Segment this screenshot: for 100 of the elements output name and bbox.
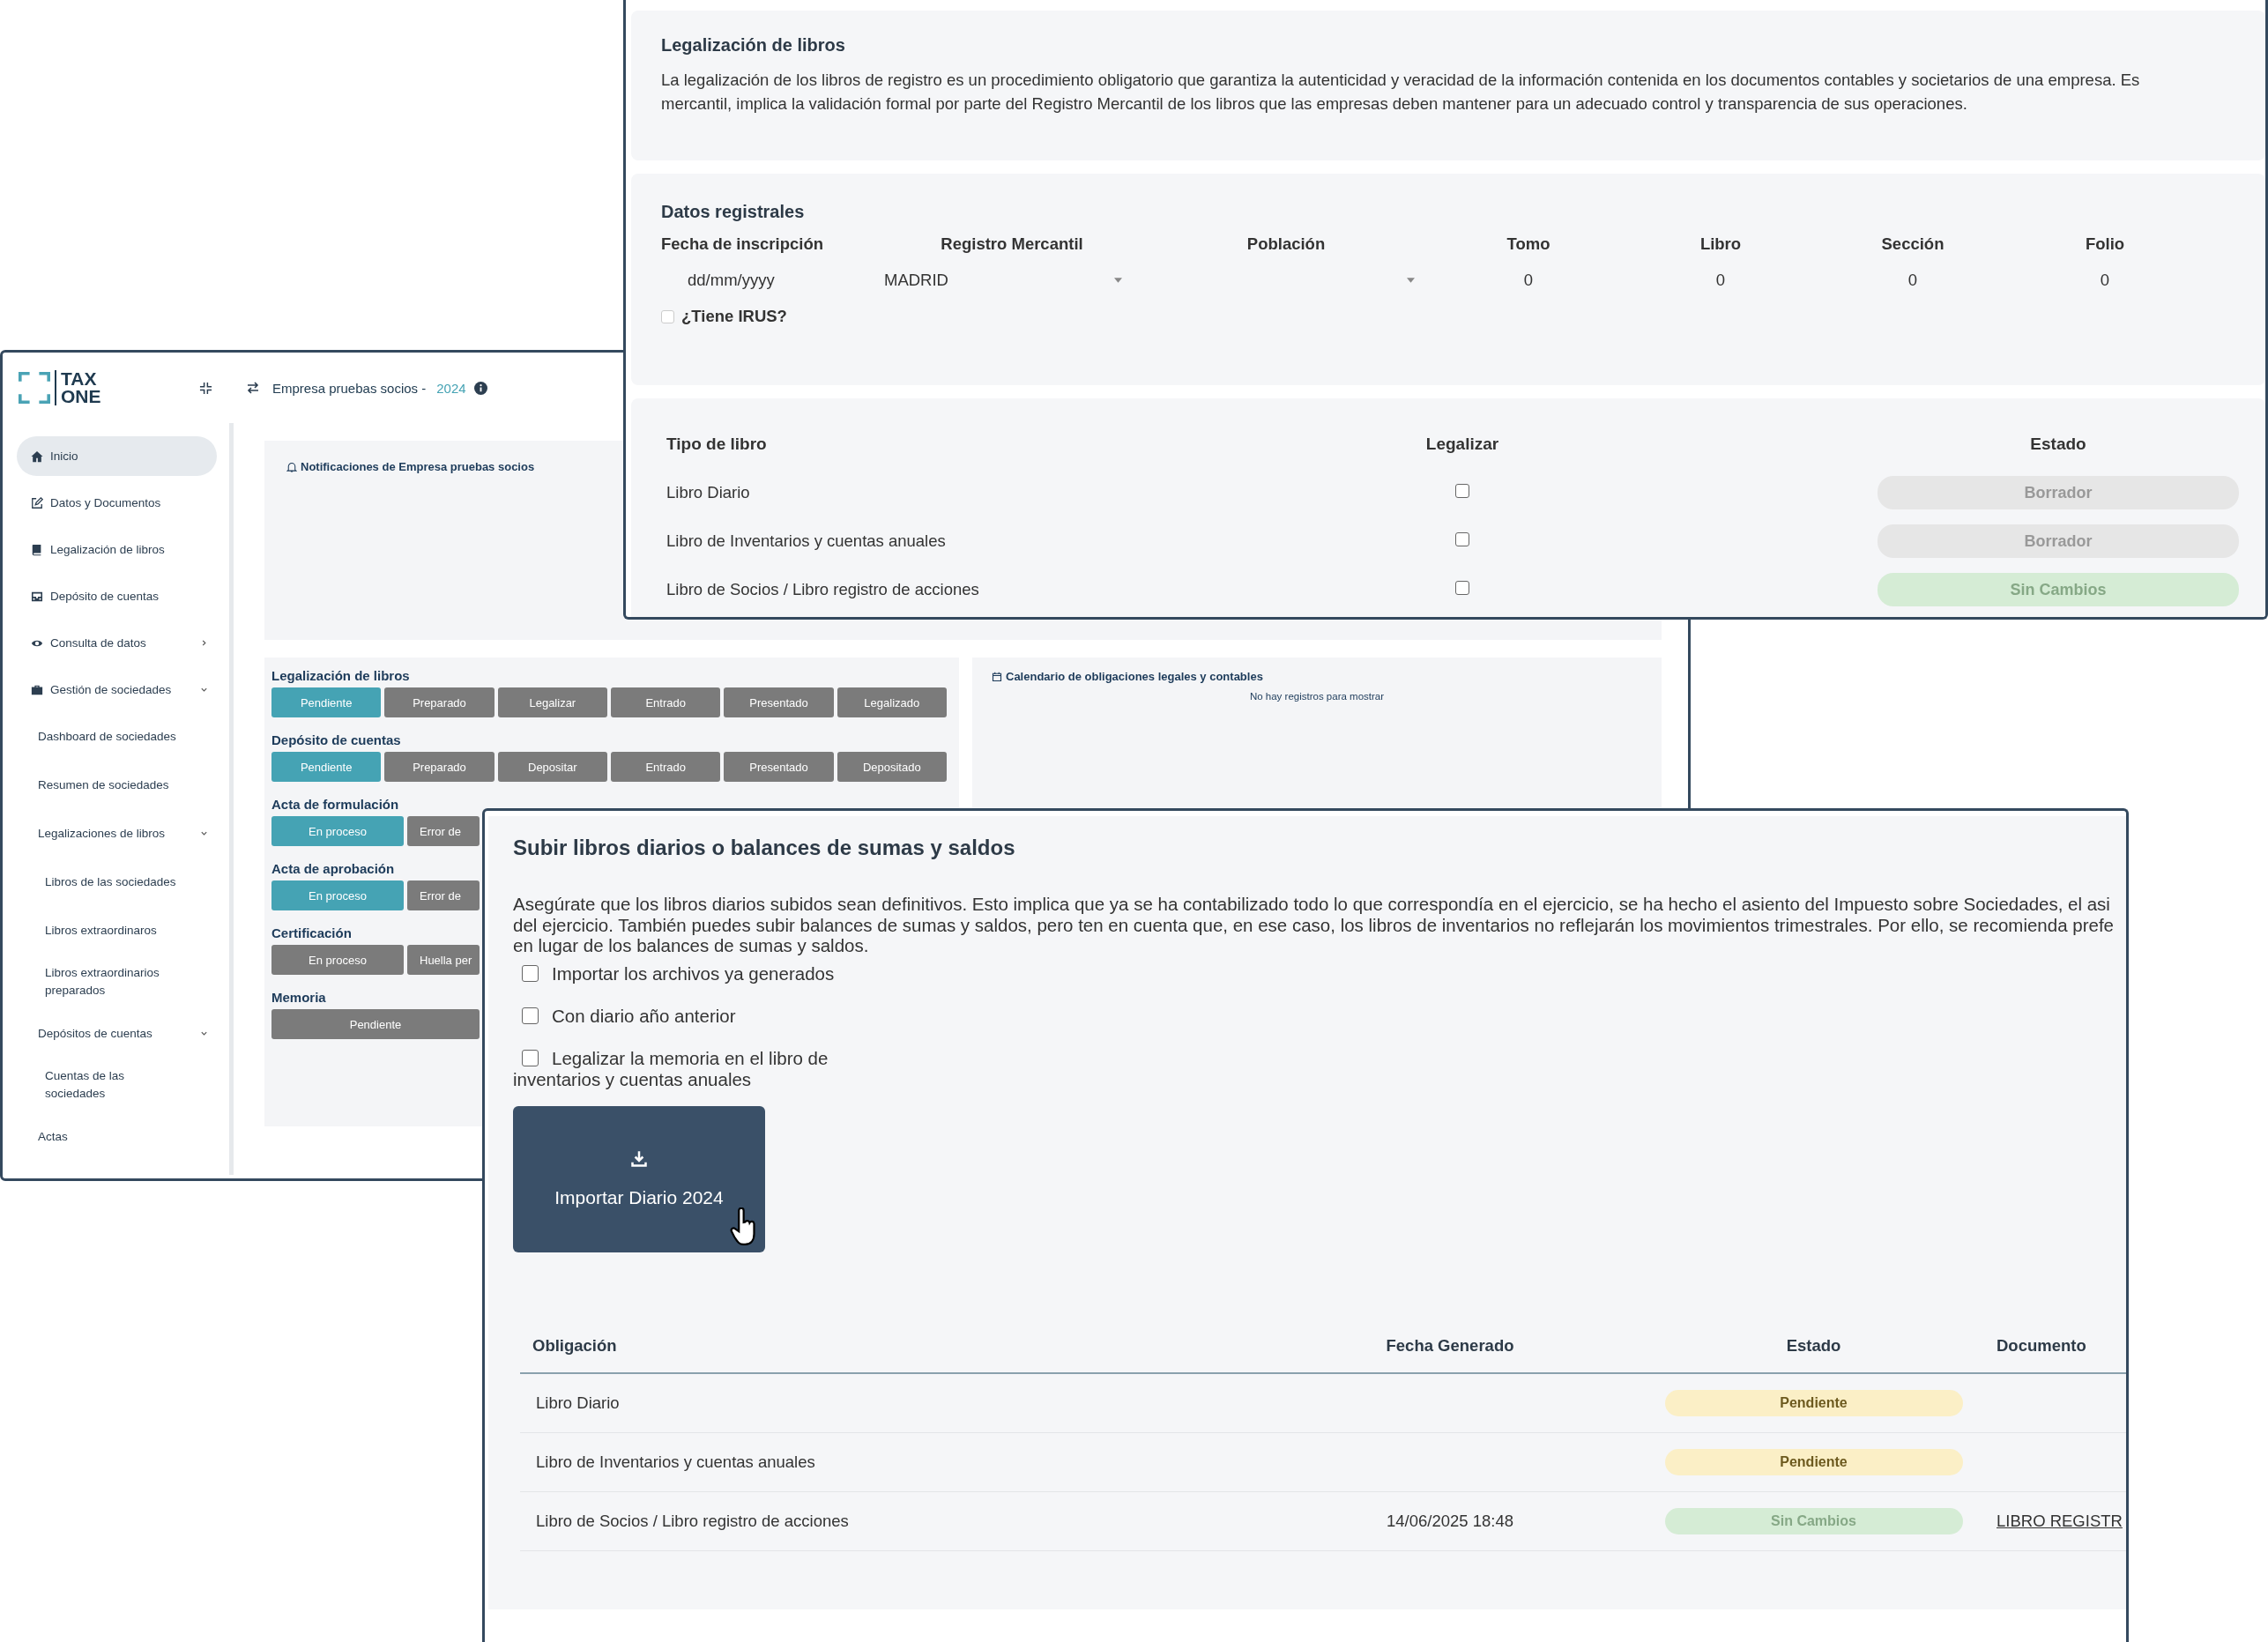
- number-field[interactable]: 0: [2009, 266, 2201, 294]
- caret-icon: [1114, 278, 1122, 283]
- sidebar-item[interactable]: Datos y Documentos: [17, 483, 217, 523]
- status-step-button[interactable]: Presentado: [724, 687, 834, 717]
- sidebar-item[interactable]: Depósitos de cuentas: [17, 1014, 217, 1053]
- sidebar-item[interactable]: Legalización de libros: [17, 530, 217, 569]
- status-step-button[interactable]: Error de: [407, 880, 480, 910]
- table-cell-text: Libro de Inventarios y cuentas anuales: [535, 1452, 816, 1472]
- number-field[interactable]: 0: [1625, 266, 1817, 294]
- status-step-button[interactable]: Legalizado: [837, 687, 947, 717]
- status-step-button[interactable]: Legalizar: [497, 687, 607, 717]
- description-text: Asegúrate que los libros diarios subidos sean definitivos. Esto implica que ya se ha contabilizado todo lo que correspondía en el ejercicio, se ha hecho el asiento del Impuesto sobre Sociedades, el asi del ejercicio. También puedes subir balances de sumas y saldos, pero ten en cuenta que, en ese caso, los libros de inventarios no reflejarán los movimientos trimestrales. Por ello, se recomienda prefe en lugar de los balances de sumas y saldos.: [513, 894, 2115, 956]
- status-step-button[interactable]: En proceso: [271, 945, 404, 975]
- status-step-button[interactable]: Entrado: [611, 687, 721, 717]
- info-icon[interactable]: [473, 381, 487, 395]
- sidebar-item[interactable]: Libros extraordinarios preparados: [17, 959, 217, 1005]
- status-step-button[interactable]: Huella per: [407, 945, 480, 975]
- column-header: Población: [1246, 234, 1327, 254]
- column-header: Estado: [2029, 434, 2087, 454]
- column-header: Libro: [1699, 234, 1743, 254]
- checkbox-label: ¿Tiene IRUS?: [681, 307, 787, 326]
- column-header: Fecha de inscripción: [661, 234, 825, 254]
- briefcase-icon: [31, 683, 43, 696]
- column-header: Legalizar: [1424, 434, 1500, 454]
- edit-icon: [31, 496, 43, 509]
- sidebar-item[interactable]: Cuentas de las sociedades: [17, 1062, 217, 1108]
- import-button[interactable]: Importar Diario 2024: [513, 1105, 765, 1252]
- date-field[interactable]: dd/mm/yyyy: [661, 266, 855, 294]
- table-cell-text: Libro Diario: [666, 482, 751, 502]
- column-header: Registro Mercantil: [940, 234, 1084, 254]
- status-step-button[interactable]: Presentado: [724, 752, 834, 782]
- sidebar-item[interactable]: Resumen de sociedades: [17, 765, 217, 805]
- dropdown-field[interactable]: MADRID: [884, 266, 1140, 294]
- column-header: Sección: [1880, 234, 1945, 254]
- book-icon: [31, 543, 43, 556]
- sidebar-item[interactable]: Depósito de cuentas: [17, 576, 217, 616]
- sidebar-item[interactable]: Dashboard de sociedades: [17, 717, 217, 756]
- section-title: Certificación: [271, 925, 352, 940]
- sidebar-item[interactable]: Consulta de datos: [17, 623, 217, 663]
- table-cell-text: Libro Diario: [535, 1393, 621, 1413]
- column-header: Documento: [1996, 1335, 2086, 1356]
- inbox-icon: [31, 590, 43, 603]
- column-header: Folio: [2084, 234, 2126, 254]
- column-header: Obligación: [532, 1335, 618, 1356]
- status-badge: Sin Cambios: [1878, 572, 2239, 606]
- column-header: Fecha Generado: [1385, 1335, 1515, 1356]
- panel-title: Calendario de obligaciones legales y contables: [1006, 670, 1263, 683]
- status-step-button[interactable]: Preparado: [384, 687, 494, 717]
- status-step-button[interactable]: Error de: [407, 816, 480, 846]
- collapse-icon[interactable]: [199, 381, 212, 395]
- empty-message: No hay registros para mostrar: [1248, 691, 1386, 702]
- status-step-button[interactable]: Preparado: [384, 752, 494, 782]
- section-title: Depósito de cuentas: [271, 732, 401, 747]
- document-link[interactable]: LIBRO REGISTR: [1997, 1511, 2123, 1530]
- status-badge: Borrador: [1878, 475, 2239, 509]
- checkbox-option[interactable]: Con diario año anterior: [513, 1005, 892, 1027]
- status-badge: Pendiente: [1664, 1389, 1963, 1416]
- column-header: Tipo de libro: [666, 434, 768, 454]
- sidebar-item[interactable]: Legalizaciones de libros: [17, 814, 217, 853]
- section-title: Legalización de libros: [271, 668, 410, 683]
- bell-icon: [286, 461, 297, 472]
- download-icon: [630, 1149, 648, 1168]
- year-label: 2024: [436, 380, 466, 396]
- checkbox[interactable]: [1455, 483, 1469, 498]
- status-step-button[interactable]: Depositar: [497, 752, 607, 782]
- caret-icon: [1407, 278, 1415, 283]
- status-step-button[interactable]: Entrado: [611, 752, 721, 782]
- checkbox[interactable]: [522, 1049, 539, 1066]
- checkbox[interactable]: [522, 964, 539, 982]
- company-name: Empresa pruebas socios -: [272, 380, 427, 396]
- calendar-icon: [992, 671, 1002, 682]
- sidebar-item[interactable]: Libros de las sociedades: [17, 862, 217, 902]
- card-title: Subir libros diarios o balances de sumas y saldos: [513, 836, 1016, 860]
- panel-title: Notificaciones de Empresa pruebas socios: [301, 460, 535, 473]
- table-cell-text: Libro de Socios / Libro registro de acciones: [666, 579, 980, 599]
- sidebar-item[interactable]: Libros extraordinaros: [17, 910, 217, 950]
- column-header: Estado: [1785, 1335, 1842, 1356]
- checkbox-option[interactable]: Importar los archivos ya generados: [513, 962, 892, 984]
- column-header: Tomo: [1506, 234, 1551, 254]
- section-title: Acta de aprobación: [271, 861, 395, 876]
- sidebar-item[interactable]: Gestión de sociedades: [17, 670, 217, 710]
- status-badge: Pendiente: [1664, 1448, 1963, 1475]
- home-icon: [31, 450, 43, 463]
- status-step-button[interactable]: Depositado: [837, 752, 947, 782]
- checkbox-option[interactable]: Legalizar la memoria en el libro de inventarios y cuentas anuales: [513, 1047, 892, 1090]
- card-title: Datos registrales: [661, 202, 806, 222]
- swap-icon[interactable]: [246, 381, 260, 395]
- logo-frame-icon: [19, 372, 50, 404]
- checkbox[interactable]: [1455, 580, 1469, 595]
- section-title: Acta de formulación: [271, 797, 399, 812]
- sidebar-item[interactable]: Actas: [17, 1117, 217, 1156]
- sidebar-item[interactable]: Inicio: [17, 436, 217, 476]
- checkbox[interactable]: [1455, 531, 1469, 546]
- section-title: Memoria: [271, 990, 326, 1005]
- table-cell-text: Libro de Inventarios y cuentas anuales: [666, 531, 947, 551]
- status-step-button[interactable]: Pendiente: [271, 1009, 480, 1039]
- number-field[interactable]: 0: [1432, 266, 1625, 294]
- checkbox[interactable]: [522, 1007, 539, 1024]
- table-cell-text: Libro de Socios / Libro registro de acciones: [535, 1511, 850, 1531]
- number-field[interactable]: 0: [1817, 266, 2009, 294]
